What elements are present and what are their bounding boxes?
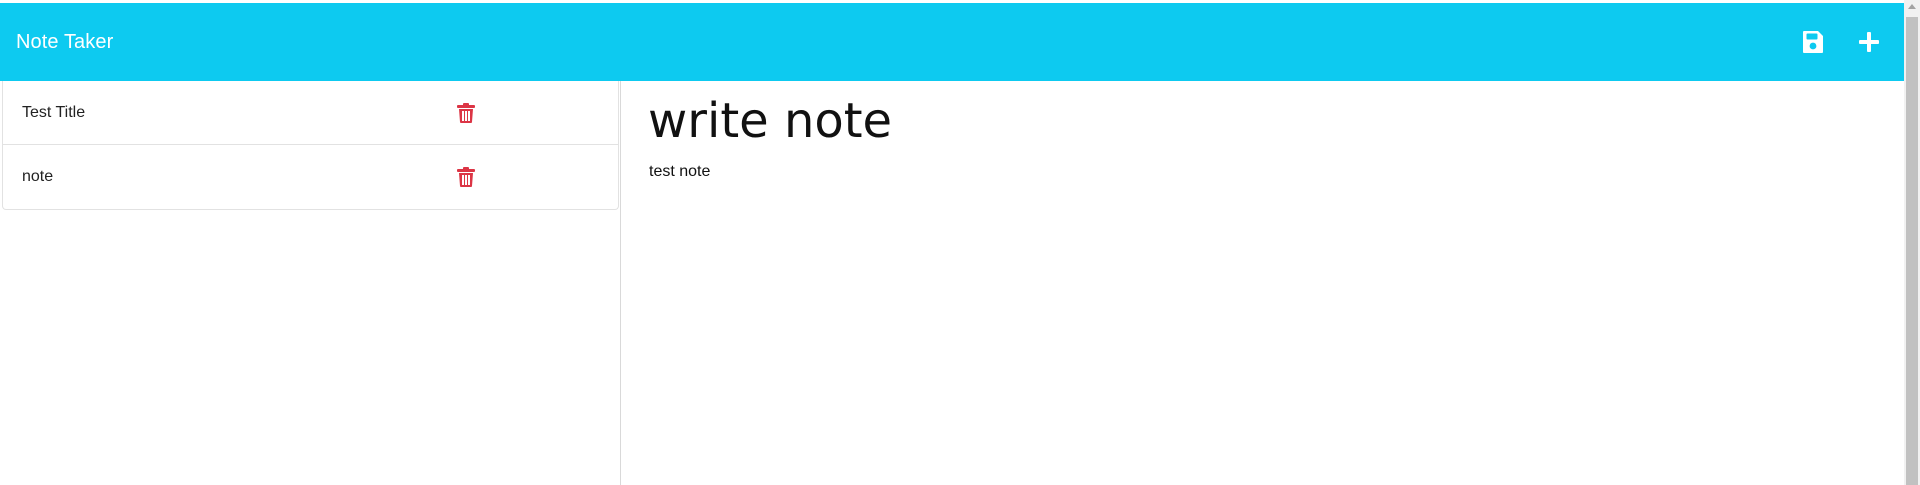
scrollbar-thumb[interactable] (1906, 17, 1918, 485)
scroll-up-arrow-icon[interactable] (1908, 4, 1916, 9)
trash-icon (457, 167, 475, 187)
note-title[interactable]: note (22, 168, 53, 186)
note-title-input[interactable]: write note (648, 93, 892, 151)
notes-sidebar: Test Title note (0, 81, 621, 485)
viewport: Note Taker Test Title note write note te… (0, 0, 1904, 485)
note-text-area[interactable]: test note (649, 163, 710, 181)
navbar: Note Taker (0, 3, 1904, 81)
new-note-button[interactable] (1856, 29, 1882, 55)
note-title[interactable]: Test Title (22, 104, 85, 122)
brand-title[interactable]: Note Taker (16, 31, 113, 54)
vertical-scrollbar[interactable] (1904, 0, 1920, 485)
note-list: Test Title note (2, 81, 619, 210)
trash-icon (457, 102, 475, 123)
delete-note-button[interactable] (456, 166, 476, 188)
page: Note Taker Test Title note write note te… (0, 0, 1920, 485)
list-item[interactable]: note (3, 145, 618, 209)
floppy-disk-icon (1803, 31, 1823, 53)
list-item[interactable]: Test Title (3, 81, 618, 145)
plus-icon (1859, 32, 1879, 52)
save-note-button[interactable] (1800, 29, 1826, 55)
nav-actions (1800, 29, 1882, 55)
delete-note-button[interactable] (456, 102, 476, 124)
note-editor: write note test note (622, 81, 1904, 485)
